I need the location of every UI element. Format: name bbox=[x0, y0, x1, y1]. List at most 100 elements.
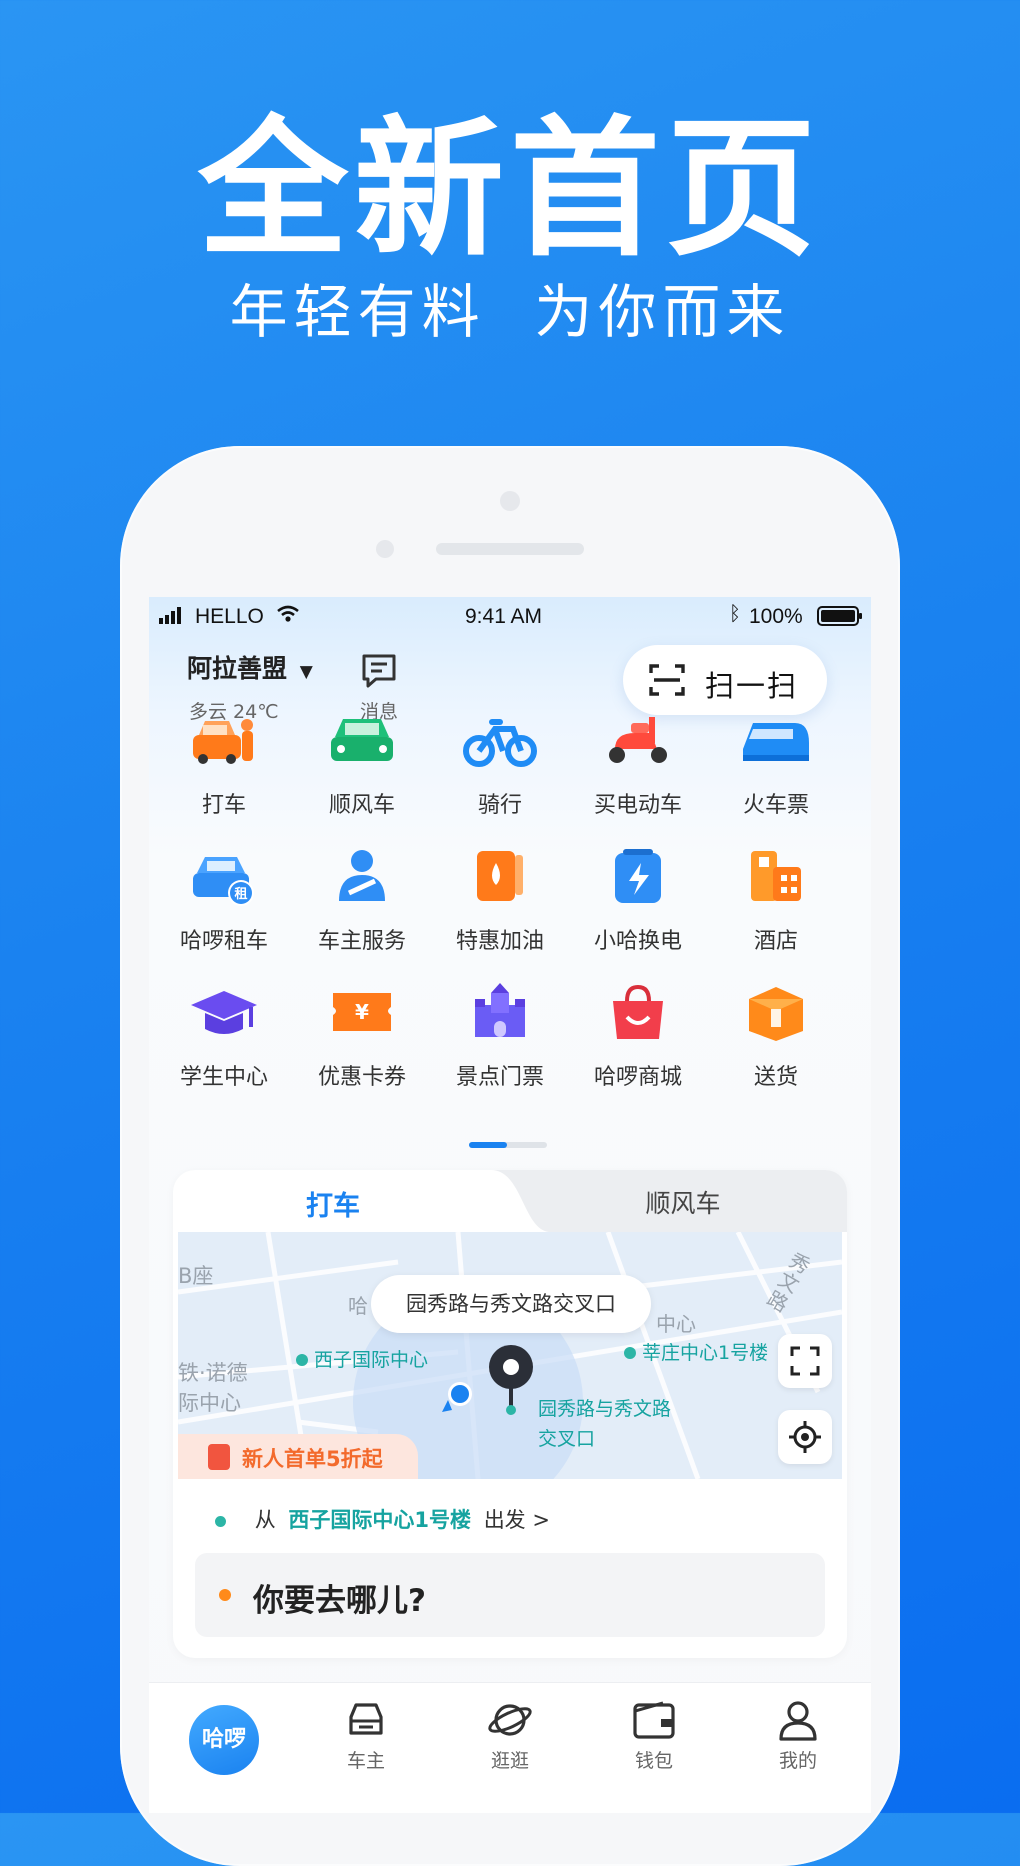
fullscreen-button[interactable] bbox=[778, 1334, 832, 1388]
service-label: 酒店 bbox=[753, 929, 798, 954]
map-label-node: 铁·诺德 bbox=[178, 1361, 248, 1385]
service-label: 小哈换电 bbox=[593, 929, 682, 954]
message-icon bbox=[362, 654, 396, 688]
tab-dache[interactable]: 打车 bbox=[263, 1184, 403, 1223]
service-castle[interactable]: 景点门票 bbox=[435, 979, 565, 1091]
tab-explore[interactable]: 逛逛 bbox=[460, 1699, 560, 1773]
pickup-row[interactable]: 从 西子国际中心1号楼 出发 > bbox=[215, 1504, 550, 1534]
destination-input[interactable]: 你要去哪儿? bbox=[195, 1553, 825, 1637]
promo-banner[interactable]: 新人首单5折起 bbox=[178, 1434, 418, 1479]
current-location-icon bbox=[442, 1382, 472, 1412]
poi-xizi[interactable]: 西子国际中心 bbox=[296, 1345, 428, 1372]
tab-wallet-label: 钱包 bbox=[634, 1750, 673, 1772]
tab-mine-label: 我的 bbox=[778, 1750, 817, 1772]
destination-placeholder: 你要去哪儿? bbox=[253, 1583, 426, 1619]
poi-dot bbox=[296, 1354, 308, 1366]
fullscreen-icon bbox=[790, 1346, 820, 1376]
bluetooth-icon: ᛒ bbox=[729, 603, 741, 625]
battery-icon bbox=[817, 606, 862, 626]
battery-swap-icon bbox=[615, 849, 661, 903]
map-label-ha: 哈 bbox=[348, 1294, 368, 1318]
wallet-icon bbox=[633, 1701, 675, 1739]
wifi-icon bbox=[277, 605, 299, 622]
coupon-symbol: ¥ bbox=[355, 1000, 369, 1024]
scan-label: 扫一扫 bbox=[705, 669, 799, 703]
status-bar: HELLO 9:41 AM ᛒ 100% bbox=[149, 597, 871, 637]
poi-yuanxiu-line2: 交叉口 bbox=[538, 1428, 596, 1450]
service-fuel[interactable]: 特惠加油 bbox=[435, 843, 565, 955]
tab-shunfengche[interactable]: 顺风车 bbox=[603, 1184, 763, 1220]
fuel-icon bbox=[477, 851, 523, 901]
service-label: 打车 bbox=[201, 793, 246, 818]
service-train[interactable]: 火车票 bbox=[711, 707, 841, 819]
person-icon bbox=[779, 1701, 817, 1741]
locate-icon bbox=[789, 1421, 821, 1453]
signal-icon bbox=[159, 607, 181, 624]
location-callout: 园秀路与秀文路交叉口 bbox=[371, 1275, 651, 1333]
service-label: 景点门票 bbox=[455, 1065, 544, 1090]
green-car-icon bbox=[331, 719, 393, 761]
service-scooter[interactable]: 买电动车 bbox=[573, 707, 703, 819]
service-label: 送货 bbox=[753, 1065, 798, 1090]
service-taxi[interactable]: 打车 bbox=[159, 707, 289, 819]
service-hotel[interactable]: 酒店 bbox=[711, 843, 841, 955]
tab-wallet[interactable]: 钱包 bbox=[604, 1699, 704, 1773]
coupon-icon: ¥ bbox=[333, 993, 391, 1031]
caret-down-icon: ▼ bbox=[299, 662, 313, 682]
phone-camera bbox=[500, 491, 520, 511]
package-icon bbox=[749, 987, 803, 1041]
map-label-center: 中心 bbox=[656, 1312, 696, 1336]
pickup-dot bbox=[215, 1515, 226, 1527]
map-view[interactable]: B座 哈 中心 秀文路 铁·诺德 际中心 西子国际中心 莘庄中心1号楼 园秀路与… bbox=[178, 1232, 842, 1479]
ride-card: 打车 顺风车 B座 哈 中心 秀文路 铁·诺德 际中心 西子国际中心 莘庄中心1… bbox=[173, 1170, 847, 1658]
service-label: 学生中心 bbox=[179, 1065, 268, 1090]
app-screen: HELLO 9:41 AM ᛒ 100% 阿拉善盟 ▼ 多云 24℃ 消息 扫一… bbox=[149, 597, 871, 1813]
tab-mine[interactable]: 我的 bbox=[748, 1699, 848, 1773]
service-label: 顺风车 bbox=[328, 793, 395, 818]
locate-button[interactable] bbox=[778, 1410, 832, 1464]
service-rental-car[interactable]: 租哈啰租车 bbox=[159, 843, 289, 955]
poi-yuanxiu[interactable]: 园秀路与秀文路 交叉口 bbox=[538, 1394, 671, 1454]
scan-button[interactable]: 扫一扫 bbox=[623, 645, 827, 715]
red-envelope-icon bbox=[208, 1444, 230, 1470]
tab-bar: 哈啰 车主 逛逛 钱包 我的 bbox=[149, 1682, 871, 1813]
service-label: 火车票 bbox=[742, 793, 809, 818]
service-label: 骑行 bbox=[477, 793, 522, 818]
service-package[interactable]: 送货 bbox=[711, 979, 841, 1091]
service-graduation-cap[interactable]: 学生中心 bbox=[159, 979, 289, 1091]
shopping-bag-icon bbox=[613, 984, 663, 1039]
phone-sensor bbox=[376, 540, 394, 558]
graduation-cap-icon bbox=[191, 991, 257, 1034]
hero-subtitle: 年轻有料 为你而来 bbox=[229, 278, 791, 346]
battery-percent: 100% bbox=[749, 605, 803, 628]
map-label-intl: 际中心 bbox=[178, 1391, 241, 1415]
car-icon bbox=[349, 1703, 383, 1735]
scan-icon bbox=[649, 664, 685, 696]
service-shopping-bag[interactable]: 哈啰商城 bbox=[573, 979, 703, 1091]
bicycle-icon bbox=[463, 719, 537, 767]
destination-dot bbox=[219, 1589, 231, 1601]
service-green-car[interactable]: 顺风车 bbox=[297, 707, 427, 819]
poi-xinzhuang[interactable]: 莘庄中心1号楼 bbox=[624, 1338, 768, 1365]
service-coupon[interactable]: ¥ 优惠卡券 bbox=[297, 979, 427, 1091]
city-selector[interactable]: 阿拉善盟 ▼ bbox=[187, 649, 313, 685]
tab-owner-label: 车主 bbox=[346, 1750, 385, 1772]
hero-title: 全新首页 bbox=[197, 103, 822, 277]
tab-owner[interactable]: 车主 bbox=[316, 1699, 416, 1773]
tab-home[interactable]: 哈啰 bbox=[189, 1705, 259, 1775]
rental-car-icon: 租 bbox=[193, 857, 254, 906]
service-battery-swap[interactable]: 小哈换电 bbox=[573, 843, 703, 955]
service-grid: 打车 顺风车 骑行 买电动车火车票租哈啰租车车主服务 特惠加油小哈换电 酒店学生中心 ¥ 优惠… bbox=[149, 597, 871, 1090]
page-indicator-active bbox=[469, 1142, 507, 1148]
tab-explore-label: 逛逛 bbox=[490, 1750, 529, 1772]
status-time: 9:41 AM bbox=[465, 605, 543, 628]
poi-xizi-label: 西子国际中心 bbox=[314, 1349, 429, 1371]
destination-pin-icon bbox=[489, 1345, 533, 1415]
poi-yuanxiu-line1: 园秀路与秀文路 bbox=[538, 1398, 672, 1420]
service-bicycle[interactable]: 骑行 bbox=[435, 707, 565, 819]
map-label-b: B座 bbox=[178, 1264, 214, 1288]
service-badge: 租 bbox=[234, 887, 247, 902]
service-owner-service[interactable]: 车主服务 bbox=[297, 843, 427, 955]
service-label: 车主服务 bbox=[317, 929, 406, 954]
promo-text: 新人首单5折起 bbox=[242, 1447, 383, 1471]
